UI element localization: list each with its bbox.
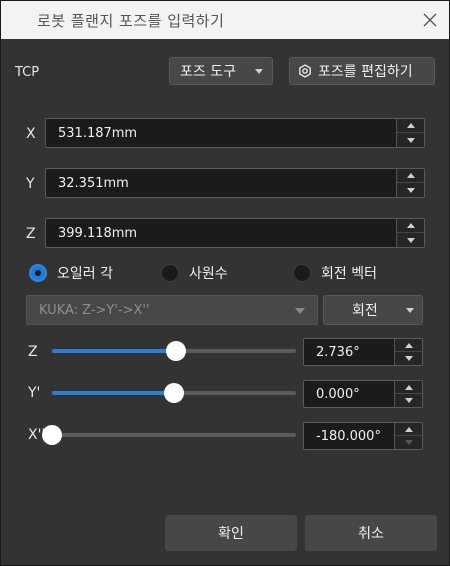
angle-y-label: Y' bbox=[28, 385, 41, 401]
edit-pose-button[interactable]: 포즈를 편집하기 bbox=[289, 57, 435, 85]
arrow-down-icon bbox=[404, 440, 413, 445]
angle-z-value: 2.736° bbox=[316, 345, 360, 360]
radio-indicator bbox=[29, 264, 47, 282]
arrow-up-icon bbox=[404, 426, 413, 432]
radio-label: 사원수 bbox=[189, 266, 228, 282]
slider-handle[interactable] bbox=[42, 425, 62, 445]
pose-dialog: 로봇 플랜지 포즈를 입력하기 TCP 포즈 도구 포즈를 편집하기 X 531… bbox=[0, 0, 450, 566]
gear-icon bbox=[298, 64, 312, 78]
radio-label: 오일러 각 bbox=[57, 266, 113, 282]
close-icon bbox=[423, 13, 437, 27]
slider-handle[interactable] bbox=[165, 341, 186, 361]
z-position-value: 399.118mm bbox=[58, 226, 138, 241]
euler-convention-select[interactable]: KUKA: Z->Y'->X'' bbox=[26, 295, 318, 325]
arrow-down-icon bbox=[406, 137, 415, 143]
arrow-up-icon bbox=[406, 173, 415, 178]
rotate-label: 회전 bbox=[352, 303, 378, 319]
cancel-button[interactable]: 취소 bbox=[305, 515, 437, 551]
angle-x-stepper[interactable] bbox=[394, 423, 422, 449]
arrow-down-icon bbox=[404, 398, 413, 403]
y-stepper[interactable] bbox=[396, 169, 424, 197]
arrow-down-icon bbox=[406, 187, 415, 193]
angle-x-value: -180.000° bbox=[316, 429, 381, 444]
tcp-label: TCP bbox=[15, 65, 40, 80]
x-stepper[interactable] bbox=[396, 119, 424, 147]
slider-handle[interactable] bbox=[164, 383, 184, 403]
angle-z-label: Z bbox=[28, 344, 38, 360]
ok-button[interactable]: 확인 bbox=[165, 515, 297, 551]
radio-rotation-vector[interactable]: 회전 벡터 bbox=[293, 263, 377, 283]
title-bar: 로봇 플랜지 포즈를 입력하기 bbox=[1, 1, 449, 39]
decrement-button[interactable] bbox=[397, 133, 424, 147]
chevron-down-icon bbox=[255, 69, 263, 74]
angle-y-field[interactable]: 0.000° bbox=[303, 380, 423, 408]
y-label: Y bbox=[26, 176, 35, 192]
decrement-button[interactable] bbox=[395, 352, 422, 365]
radio-indicator bbox=[161, 264, 179, 282]
arrow-down-icon bbox=[406, 237, 415, 243]
arrow-up-icon bbox=[404, 342, 413, 348]
radio-indicator bbox=[293, 264, 311, 282]
decrement-button[interactable] bbox=[397, 233, 424, 247]
angle-y-value: 0.000° bbox=[316, 387, 360, 402]
radio-quaternion[interactable]: 사원수 bbox=[161, 263, 228, 283]
radio-label: 회전 벡터 bbox=[321, 266, 377, 282]
slider-fill bbox=[52, 349, 176, 353]
close-button[interactable] bbox=[413, 5, 447, 35]
rotate-dropdown[interactable]: 회전 bbox=[323, 295, 423, 325]
increment-button[interactable] bbox=[395, 423, 422, 436]
angle-x-field[interactable]: -180.000° bbox=[303, 422, 423, 450]
slider-fill bbox=[52, 391, 174, 395]
angle-z-slider[interactable] bbox=[52, 341, 296, 361]
arrow-up-icon bbox=[404, 384, 413, 390]
chevron-down-icon bbox=[406, 308, 414, 313]
chevron-down-icon bbox=[295, 308, 305, 314]
y-position-field[interactable]: 32.351mm bbox=[45, 168, 425, 198]
arrow-down-icon bbox=[404, 356, 413, 361]
angle-y-stepper[interactable] bbox=[394, 381, 422, 407]
angle-x-slider[interactable] bbox=[42, 425, 296, 445]
arrow-up-icon bbox=[406, 123, 415, 128]
increment-button[interactable] bbox=[397, 119, 424, 133]
y-position-value: 32.351mm bbox=[58, 176, 129, 191]
angle-z-field[interactable]: 2.736° bbox=[303, 338, 423, 366]
decrement-button[interactable] bbox=[395, 394, 422, 407]
increment-button[interactable] bbox=[395, 381, 422, 394]
euler-convention-value: KUKA: Z->Y'->X'' bbox=[39, 302, 150, 318]
z-position-field[interactable]: 399.118mm bbox=[45, 218, 425, 248]
window-title: 로봇 플랜지 포즈를 입력하기 bbox=[37, 12, 225, 30]
decrement-button[interactable] bbox=[395, 436, 422, 449]
edit-pose-label: 포즈를 편집하기 bbox=[318, 64, 413, 80]
x-label: X bbox=[26, 126, 36, 142]
orientation-type-group: 오일러 각 사원수 회전 벡터 bbox=[1, 263, 449, 285]
x-position-field[interactable]: 531.187mm bbox=[45, 118, 425, 148]
pose-tool-label: 포즈 도구 bbox=[180, 64, 236, 80]
angle-z-stepper[interactable] bbox=[394, 339, 422, 365]
radio-euler-angles[interactable]: 오일러 각 bbox=[29, 263, 113, 283]
x-position-value: 531.187mm bbox=[58, 126, 138, 141]
pose-tool-dropdown[interactable]: 포즈 도구 bbox=[169, 57, 273, 85]
arrow-up-icon bbox=[406, 223, 415, 228]
angle-y-slider[interactable] bbox=[52, 383, 296, 403]
increment-button[interactable] bbox=[397, 169, 424, 183]
z-stepper[interactable] bbox=[396, 219, 424, 247]
increment-button[interactable] bbox=[395, 339, 422, 352]
decrement-button[interactable] bbox=[397, 183, 424, 197]
z-label: Z bbox=[26, 226, 36, 242]
increment-button[interactable] bbox=[397, 219, 424, 233]
